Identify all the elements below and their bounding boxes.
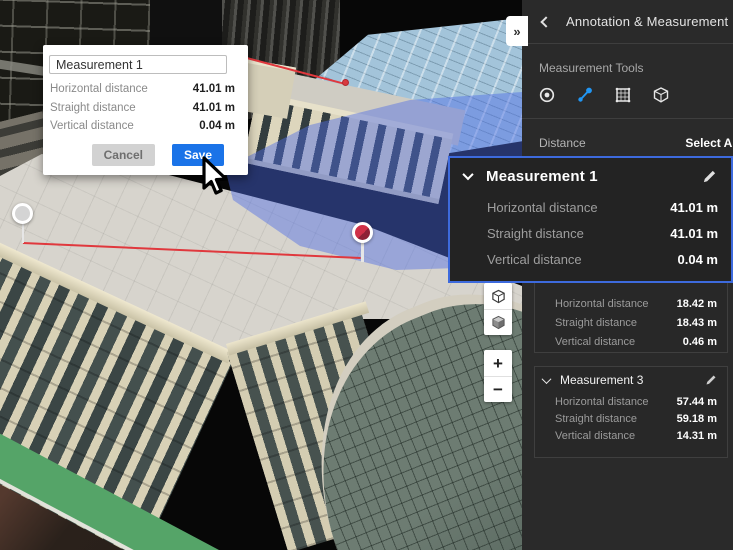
row-label: Straight distance	[555, 317, 637, 329]
distance-label: Distance	[539, 136, 586, 150]
pin-stem	[22, 223, 24, 243]
volume-tool-icon	[652, 86, 670, 104]
distance-tool-button[interactable]	[574, 84, 596, 106]
back-chevron-icon[interactable]	[540, 16, 551, 27]
dialog-row-label: Straight distance	[50, 102, 136, 114]
app-window: Horizontal distance 41.01 m Straight dis…	[0, 0, 733, 550]
row-value: 59.18 m	[677, 413, 717, 425]
arrow-cursor-icon	[202, 156, 232, 198]
panel-title: Annotation & Measurement	[566, 14, 728, 29]
measurement-row: Horizontal distance 57.44 m	[535, 393, 727, 410]
select-all-button[interactable]: Select All	[685, 136, 733, 150]
dialog-row-label: Vertical distance	[50, 120, 134, 132]
solid-cube-button[interactable]	[484, 309, 512, 335]
measurement-name-input[interactable]	[49, 55, 227, 74]
measurement-row: Straight distance 41.01 m	[450, 220, 731, 246]
measurement-row: Vertical distance 0.46 m	[535, 332, 727, 351]
section-divider	[522, 118, 733, 119]
panel-header: Annotation & Measurement	[522, 0, 733, 44]
measurement-tools-row	[536, 84, 672, 106]
cube-solid-icon	[491, 315, 506, 330]
distance-tool-icon	[576, 86, 594, 104]
plus-icon: +	[493, 355, 503, 372]
measure-point-dot[interactable]	[342, 79, 349, 86]
row-value: 0.46 m	[683, 336, 717, 348]
cube-outline-icon	[491, 289, 506, 304]
row-label: Vertical distance	[487, 252, 582, 267]
row-label: Horizontal distance	[555, 298, 649, 310]
collapse-panel-button[interactable]: »	[506, 16, 528, 46]
measurement-row: Vertical distance 14.31 m	[535, 427, 727, 444]
mouse-cursor	[202, 156, 232, 203]
point-tool-button[interactable]	[536, 84, 558, 106]
dialog-row-value: 41.01 m	[193, 83, 235, 95]
row-value: 57.44 m	[677, 396, 717, 408]
measurement-3-card: Measurement 3 Horizontal distance 57.44 …	[534, 366, 728, 458]
measurement-2-card: Horizontal distance 18.42 m Straight dis…	[534, 282, 728, 353]
dialog-row: Horizontal distance 41.01 m	[50, 83, 235, 95]
measurement-row: Straight distance 59.18 m	[535, 410, 727, 427]
measure-pin-start[interactable]	[12, 203, 33, 224]
row-label: Horizontal distance	[555, 396, 649, 408]
dialog-row: Vertical distance 0.04 m	[50, 120, 235, 132]
zoom-in-button[interactable]: +	[484, 350, 512, 376]
area-tool-button[interactable]	[612, 84, 634, 106]
row-value: 0.04 m	[678, 252, 718, 267]
dialog-row-value: 0.04 m	[199, 120, 235, 132]
row-label: Straight distance	[487, 226, 584, 241]
dialog-row-value: 41.01 m	[193, 102, 235, 114]
measurement-tools-label: Measurement Tools	[539, 61, 644, 75]
row-label: Horizontal distance	[487, 200, 598, 215]
view-mode-controls	[484, 283, 512, 335]
row-label: Straight distance	[555, 413, 637, 425]
row-label: Vertical distance	[555, 336, 635, 348]
row-value: 18.42 m	[677, 298, 717, 310]
measurement-row: Horizontal distance 41.01 m	[450, 194, 731, 220]
measure-pin-end[interactable]	[352, 222, 373, 243]
chevron-down-icon[interactable]	[462, 169, 473, 180]
cancel-button[interactable]: Cancel	[92, 144, 155, 166]
zoom-controls: + −	[484, 350, 512, 402]
row-value: 41.01 m	[670, 226, 718, 241]
zoom-out-button[interactable]: −	[484, 376, 512, 402]
active-measurement-title: Measurement 1	[486, 168, 702, 185]
volume-tool-button[interactable]	[650, 84, 672, 106]
active-measurement-panel: Measurement 1 Horizontal distance 41.01 …	[448, 156, 733, 283]
measurement-row: Horizontal distance 18.42 m	[535, 294, 727, 313]
chevron-down-icon[interactable]	[542, 374, 552, 384]
pin-stem	[361, 242, 364, 262]
minus-icon: −	[493, 381, 503, 398]
wireframe-cube-button[interactable]	[484, 283, 512, 309]
dialog-row-label: Horizontal distance	[50, 83, 148, 95]
active-measurement-header: Measurement 1	[450, 158, 731, 194]
dialog-row: Straight distance 41.01 m	[50, 102, 235, 114]
row-value: 14.31 m	[677, 430, 717, 442]
row-value: 18.43 m	[677, 317, 717, 329]
area-tool-icon	[614, 86, 632, 104]
edit-pencil-icon[interactable]	[705, 374, 717, 386]
measurement-3-title: Measurement 3	[560, 373, 705, 387]
point-tool-icon	[538, 86, 556, 104]
measurement-3-header: Measurement 3	[535, 367, 727, 393]
edit-pencil-icon[interactable]	[702, 169, 717, 184]
distance-section-header: Distance Select All	[539, 136, 733, 150]
measurement-row: Vertical distance 0.04 m	[450, 246, 731, 272]
row-value: 41.01 m	[670, 200, 718, 215]
measurement-row: Straight distance 18.43 m	[535, 313, 727, 332]
row-label: Vertical distance	[555, 430, 635, 442]
